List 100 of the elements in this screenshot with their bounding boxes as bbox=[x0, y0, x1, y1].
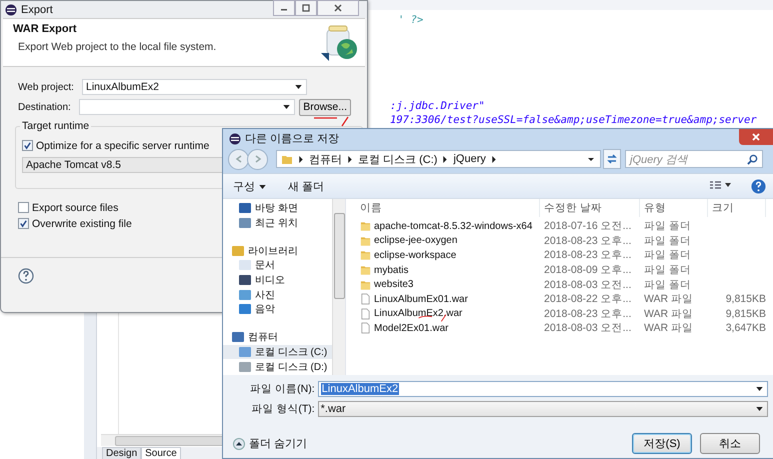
dropdown-icon bbox=[283, 105, 290, 109]
help-icon[interactable] bbox=[18, 268, 34, 284]
wizard-description: Export Web project to the local file system. bbox=[17, 40, 218, 52]
chevron-icon bbox=[298, 156, 304, 162]
refresh-icon bbox=[606, 153, 618, 165]
close-button[interactable] bbox=[739, 129, 773, 145]
help-icon[interactable] bbox=[751, 178, 766, 194]
file-name[interactable]: eclipse-workspace bbox=[356, 249, 540, 262]
nav-item[interactable]: 최근 위치 bbox=[223, 216, 332, 230]
dialog-title: 다른 이름으로 저장 bbox=[245, 132, 340, 146]
file-name[interactable]: apache-tomcat-8.5.32-windows-x64 bbox=[356, 220, 540, 232]
column-header[interactable]: 유형 bbox=[640, 199, 708, 217]
type-cell-text: 파일 폴더 bbox=[643, 263, 692, 278]
close-icon bbox=[751, 133, 761, 141]
toolbar-button[interactable]: 새 폴더 bbox=[288, 178, 324, 194]
group-title: Target runtime bbox=[20, 120, 92, 132]
maximize-icon bbox=[301, 4, 311, 12]
folder-icon bbox=[360, 264, 371, 276]
nav-item[interactable]: 라이브러리 bbox=[223, 243, 332, 258]
date-cell-text: 2018-08-03 오전... bbox=[543, 278, 632, 292]
editor-tab[interactable]: Design bbox=[102, 447, 142, 459]
dropdown-icon bbox=[756, 387, 763, 391]
hide-folders-button[interactable]: 폴더 숨기기 bbox=[233, 436, 308, 451]
code-line: :j.jdbc.Driver" bbox=[390, 99, 486, 113]
nav-item[interactable]: 음악 bbox=[223, 302, 332, 317]
vertical-scrollbar[interactable] bbox=[332, 199, 345, 375]
chevron-icon bbox=[347, 156, 353, 162]
eclipse-icon bbox=[5, 4, 17, 16]
column-header[interactable]: 수정한 날짜 bbox=[540, 199, 640, 217]
code-line: ' ?> bbox=[397, 13, 424, 27]
column-header[interactable]: 크기 bbox=[708, 199, 766, 217]
minimize-button[interactable] bbox=[273, 0, 295, 16]
checkbox-label: Optimize for a specific server runtime bbox=[36, 140, 210, 152]
nav-item[interactable]: 바탕 화면 bbox=[223, 201, 332, 216]
nav-item[interactable]: 비디오 bbox=[223, 272, 332, 288]
checkbox-label: Export source files bbox=[32, 202, 118, 214]
dropdown-icon bbox=[259, 184, 266, 189]
nav-item[interactable]: 문서 bbox=[223, 258, 332, 273]
toolbar-button[interactable]: 구성 bbox=[233, 178, 266, 194]
dropdown-icon bbox=[756, 407, 763, 411]
file-name[interactable]: website3 bbox=[356, 278, 540, 291]
browse-button[interactable]: Browse... bbox=[299, 98, 351, 116]
breadcrumb-item[interactable]: 로컬 디스크 (C:) bbox=[358, 152, 438, 166]
maximize-button[interactable] bbox=[295, 0, 317, 16]
checkbox-label: Overwrite existing file bbox=[32, 218, 132, 230]
checkbox[interactable] bbox=[22, 140, 33, 151]
nav-item[interactable]: 컴퓨터 bbox=[223, 330, 332, 344]
close-icon bbox=[333, 4, 343, 12]
folder-icon bbox=[360, 234, 371, 247]
breadcrumb-item[interactable]: jQuery bbox=[453, 153, 486, 165]
type-cell-text: WAR 파일 bbox=[643, 292, 694, 306]
file-type-combo[interactable]: *.war bbox=[318, 401, 768, 417]
field-label: 파일 형식(T): bbox=[250, 402, 316, 416]
date-cell-text: 2018-08-09 오후... bbox=[543, 263, 632, 278]
date-cell-text: 2018-08-03 오전... bbox=[543, 321, 632, 336]
type-cell-text: WAR 파일 bbox=[643, 321, 694, 336]
file-name-field[interactable]: LinuxAlbumEx2 bbox=[318, 381, 768, 397]
file-name[interactable]: LinuxAlbumEx01.war bbox=[356, 293, 540, 306]
window-title: Export bbox=[21, 4, 53, 16]
column-header[interactable]: 이름 bbox=[356, 199, 540, 217]
jar-globe-icon bbox=[319, 22, 359, 62]
size-cell-text: 9,815KB bbox=[724, 293, 766, 306]
date-cell-text: 2018-07-16 오전... bbox=[543, 219, 632, 234]
checkbox[interactable] bbox=[18, 202, 29, 213]
field-label: Web project: bbox=[18, 82, 75, 92]
date-cell-text: 2018-08-22 오후... bbox=[543, 292, 632, 306]
folder-icon bbox=[360, 278, 371, 291]
nav-item[interactable]: 로컬 디스크 (C:) bbox=[223, 344, 332, 360]
editor-tab[interactable]: Source bbox=[141, 447, 181, 459]
folder-icon bbox=[281, 153, 293, 165]
file-icon bbox=[360, 308, 371, 320]
eclipse-icon bbox=[229, 132, 241, 144]
file-icon bbox=[360, 322, 371, 334]
field-label: Destination: bbox=[18, 102, 72, 112]
file-name[interactable]: eclipse-jee-oxygen bbox=[356, 234, 540, 247]
folder-icon bbox=[360, 220, 371, 232]
file-name[interactable]: Model2Ex01.war bbox=[356, 322, 540, 334]
close-button[interactable] bbox=[317, 0, 359, 16]
dialog-button[interactable]: 저장(S) bbox=[632, 433, 692, 454]
dropdown-icon bbox=[295, 85, 302, 89]
checkbox[interactable] bbox=[18, 218, 29, 229]
chevron-icon bbox=[442, 156, 448, 162]
nav-item[interactable]: 로컬 디스크 (D:) bbox=[223, 359, 332, 374]
address-bar[interactable]: 컴퓨터 로컬 디스크 (C:) jQuery bbox=[276, 150, 601, 168]
dropdown-icon[interactable] bbox=[588, 156, 594, 162]
date-cell-text: 2018-08-23 오후... bbox=[543, 306, 632, 321]
nav-item[interactable]: 사진 bbox=[223, 287, 332, 302]
file-name[interactable]: mybatis bbox=[356, 264, 540, 276]
wizard-heading: WAR Export bbox=[13, 22, 78, 34]
file-name[interactable]: LinuxAlbumEx2.war bbox=[356, 308, 540, 320]
type-cell-text: 파일 폴더 bbox=[643, 234, 692, 248]
refresh-button[interactable] bbox=[603, 149, 621, 169]
chevron-icon bbox=[490, 156, 497, 162]
dialog-button[interactable]: 취소 bbox=[700, 433, 760, 454]
web-project-combo[interactable]: LinuxAlbumEx2 bbox=[82, 79, 307, 95]
type-cell-text: 파일 폴더 bbox=[643, 219, 692, 234]
type-cell-text: WAR 파일 bbox=[643, 306, 694, 321]
pen-stroke bbox=[313, 115, 349, 127]
file-icon bbox=[360, 293, 371, 306]
code-line: 197:3306/test?useSSL=false&amp;useTimezone=true&amp;server bbox=[390, 113, 758, 127]
